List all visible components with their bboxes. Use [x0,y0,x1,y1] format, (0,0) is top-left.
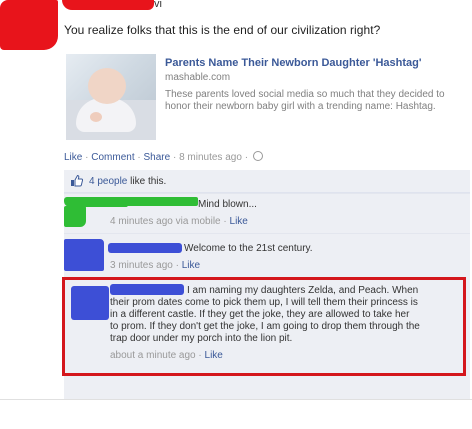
post-status-text: You realize folks that this is the end o… [64,23,381,37]
comment-meta: 3 minutes ago · Like [110,260,200,271]
author-avatar-redacted[interactable] [0,0,58,50]
comment-timestamp[interactable]: 4 minutes ago via mobile [110,216,221,227]
comment-item: Mind blown... 4 minutes ago via mobile ·… [64,193,470,232]
post-actions-bar: Like · Comment · Share · 8 minutes ago · [64,151,263,163]
comment-like-link[interactable]: Like [182,260,200,271]
comment-item: Welcome to the 21st century. 3 minutes a… [64,233,470,276]
thumbnail-baby-hand [90,112,102,122]
commenter-avatar-redacted-lower[interactable] [64,206,86,227]
commenter-name-redacted[interactable] [104,197,198,206]
link-description: These parents loved social media so much… [165,89,445,112]
author-name-redacted[interactable] [62,0,154,10]
like-link[interactable]: Like [64,152,82,163]
separator-dot: · [244,152,251,163]
share-link[interactable]: Share [144,152,171,163]
highlight-annotation-box [62,277,466,376]
comment-text: Welcome to the 21st century. [184,243,313,254]
thumbnail-baby-head [88,68,126,104]
globe-icon[interactable] [252,151,263,161]
divider [0,399,472,400]
likes-suffix: like this. [130,176,167,187]
comment-text: Mind blown... [198,199,257,210]
comment-link[interactable]: Comment [91,152,134,163]
author-name-fragment: vi [154,0,162,10]
comment-timestamp[interactable]: 3 minutes ago [110,260,173,271]
link-domain: mashable.com [165,72,231,83]
link-thumbnail-image[interactable] [66,54,156,140]
commenter-avatar-redacted[interactable] [64,239,104,271]
thumbs-up-icon [71,174,83,187]
comment-like-link[interactable]: Like [230,216,248,227]
comment-meta: 4 minutes ago via mobile · Like [110,216,248,227]
commenter-name-redacted[interactable] [108,243,182,253]
likes-summary: 4 people like this. [89,176,166,187]
link-title[interactable]: Parents Name Their Newborn Daughter 'Has… [165,57,421,69]
post-timestamp[interactable]: 8 minutes ago [179,152,242,163]
likes-count-link[interactable]: 4 people [89,176,127,187]
